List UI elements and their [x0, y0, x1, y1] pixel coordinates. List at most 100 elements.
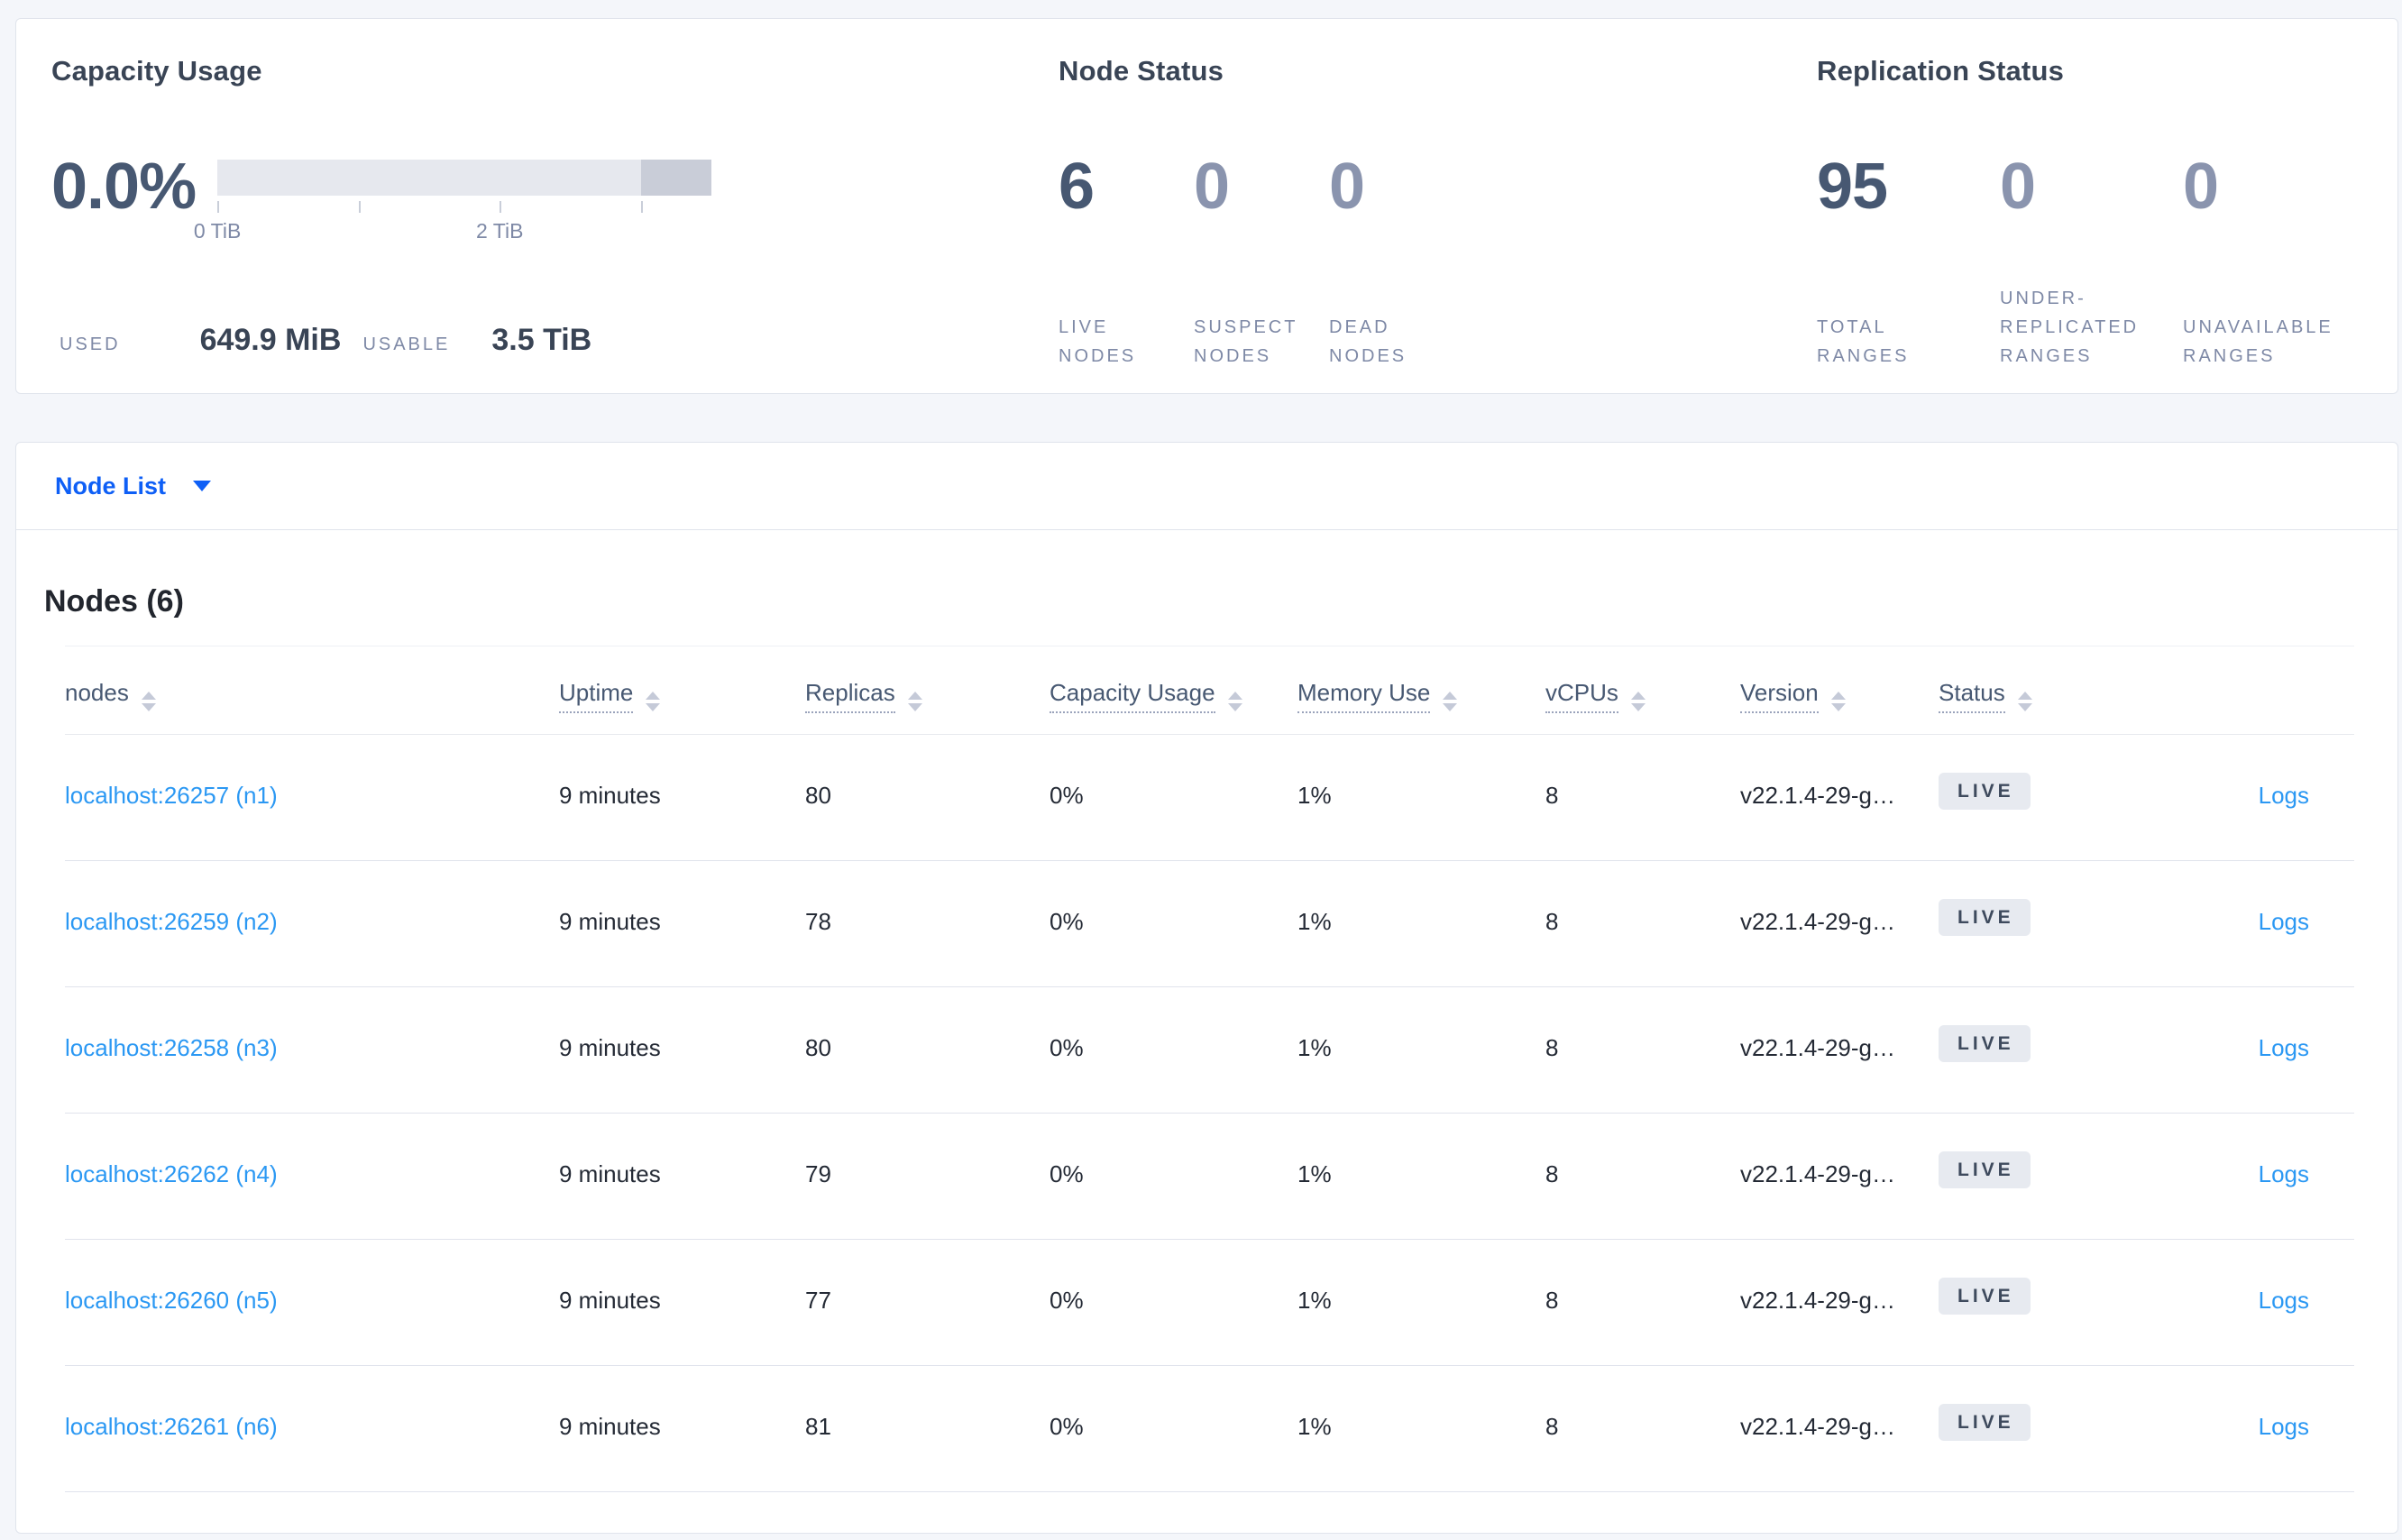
replication-status-section: Replication Status 95 TOTAL RANGES 0 UND… — [1817, 19, 2394, 393]
column-header-memory-use[interactable]: Memory Use — [1297, 679, 1545, 713]
uptime-cell: 9 minutes — [559, 1287, 661, 1314]
capacity-axis-label: 2 TiB — [476, 219, 524, 243]
column-header-version[interactable]: Version — [1740, 679, 1939, 713]
capacity-bar-reserved-segment — [640, 160, 712, 196]
node-list-card: Node List Nodes (6) nodes Uptime Replica… — [15, 442, 2398, 1534]
logs-link[interactable]: Logs — [2259, 782, 2309, 809]
logs-link[interactable]: Logs — [2259, 1287, 2309, 1314]
uptime-cell: 9 minutes — [559, 1160, 661, 1187]
capacity-axis-tick — [500, 201, 502, 213]
replicas-cell: 80 — [805, 782, 831, 809]
sort-icon — [907, 692, 922, 711]
sort-icon — [1227, 692, 1242, 711]
vcpus-cell: 8 — [1545, 782, 1559, 809]
node-status-title: Node Status — [1059, 55, 1224, 87]
node-address-link[interactable]: localhost:26262 (n4) — [65, 1160, 278, 1187]
memory-use-cell: 1% — [1297, 1034, 1332, 1061]
cluster-summary-card: Capacity Usage 0.0% 0 TiB 2 TiB USED 649.… — [15, 18, 2398, 394]
column-header-status[interactable]: Status — [1939, 679, 2173, 713]
stat-value: 95 — [1817, 151, 1888, 223]
capacity-bar-axis: 0 TiB 2 TiB — [194, 196, 711, 253]
summary-stat: 0 DEAD NODES — [1329, 154, 1464, 371]
logs-link[interactable]: Logs — [2259, 1413, 2309, 1440]
memory-use-cell: 1% — [1297, 1287, 1332, 1314]
status-badge: LIVE — [1939, 1151, 2031, 1188]
memory-use-cell: 1% — [1297, 1160, 1332, 1187]
node-list-dropdown[interactable]: Node List — [55, 472, 212, 500]
stat-label: SUSPECT NODES — [1194, 317, 1298, 366]
stat-label: LIVE NODES — [1059, 317, 1137, 366]
node-address-link[interactable]: localhost:26260 (n5) — [65, 1287, 278, 1314]
capacity-axis-tick — [358, 201, 361, 213]
table-row: localhost:26262 (n4) 9 minutes 79 0% 1% … — [65, 1114, 2354, 1240]
capacity-usage-section: Capacity Usage 0.0% 0 TiB 2 TiB USED 649.… — [51, 19, 998, 393]
stat-value: 0 — [1194, 151, 1230, 223]
vcpus-cell: 8 — [1545, 908, 1559, 935]
summary-stat: 6 LIVE NODES — [1059, 154, 1194, 371]
vcpus-cell: 8 — [1545, 1160, 1559, 1187]
status-badge: LIVE — [1939, 1025, 2031, 1062]
column-header-nodes[interactable]: nodes — [65, 679, 559, 711]
stat-value: 6 — [1059, 151, 1095, 223]
used-label: USED — [60, 335, 121, 354]
replication-status-stats: 95 TOTAL RANGES 0 UNDER-REPLICATED RANGE… — [1817, 154, 2366, 371]
usable-value: 3.5 TiB — [491, 323, 592, 357]
table-row: localhost:26260 (n5) 9 minutes 77 0% 1% … — [65, 1240, 2354, 1366]
column-header-replicas[interactable]: Replicas — [805, 679, 1050, 713]
capacity-bar-chart: 0 TiB 2 TiB — [194, 160, 712, 253]
status-badge: LIVE — [1939, 899, 2031, 936]
summary-stat: 0 UNAVAILABLE RANGES — [2183, 154, 2366, 371]
replication-status-title: Replication Status — [1817, 55, 2065, 87]
version-cell: v22.1.4-29-g… — [1740, 1413, 1895, 1440]
logs-link[interactable]: Logs — [2259, 1160, 2309, 1187]
node-status-stats: 6 LIVE NODES 0 SUSPECT NODES 0 DEAD NODE… — [1059, 154, 1464, 371]
table-row: localhost:26259 (n2) 9 minutes 78 0% 1% … — [65, 861, 2354, 987]
capacity-axis-tick — [640, 201, 643, 213]
uptime-cell: 9 minutes — [559, 1413, 661, 1440]
column-header-capacity-usage[interactable]: Capacity Usage — [1050, 679, 1297, 713]
capacity-bar — [217, 160, 712, 196]
sort-icon — [646, 692, 661, 711]
capacity-usage-title: Capacity Usage — [51, 55, 262, 87]
stat-value: 0 — [2183, 151, 2219, 223]
version-cell: v22.1.4-29-g… — [1740, 1287, 1895, 1314]
version-cell: v22.1.4-29-g… — [1740, 782, 1895, 809]
capacity-used-percent: 0.0% — [51, 151, 197, 223]
chevron-down-icon — [193, 481, 212, 491]
capacity-axis-label: 0 TiB — [193, 219, 242, 243]
nodes-table-header: nodes Uptime Replicas Capacity Usage Mem… — [65, 646, 2354, 735]
stat-label: TOTAL RANGES — [1817, 317, 1910, 366]
node-address-link[interactable]: localhost:26257 (n1) — [65, 782, 278, 809]
sort-icon — [1443, 692, 1458, 711]
stat-value: 0 — [1329, 151, 1365, 223]
node-address-link[interactable]: localhost:26258 (n3) — [65, 1034, 278, 1061]
capacity-usage-cell: 0% — [1050, 908, 1084, 935]
capacity-usage-cell: 0% — [1050, 1160, 1084, 1187]
version-cell: v22.1.4-29-g… — [1740, 1160, 1895, 1187]
vcpus-cell: 8 — [1545, 1413, 1559, 1440]
stat-label: UNDER-REPLICATED RANGES — [2000, 289, 2140, 366]
node-address-link[interactable]: localhost:26259 (n2) — [65, 908, 278, 935]
sort-icon — [1630, 692, 1646, 711]
logs-link[interactable]: Logs — [2259, 1034, 2309, 1061]
capacity-summary: USED 649.9 MiB USABLE 3.5 TiB — [60, 323, 591, 359]
summary-stat: 0 UNDER-REPLICATED RANGES — [2000, 154, 2183, 371]
uptime-cell: 9 minutes — [559, 782, 661, 809]
stat-label: DEAD NODES — [1329, 317, 1407, 366]
memory-use-cell: 1% — [1297, 908, 1332, 935]
nodes-heading: Nodes (6) — [44, 584, 184, 619]
node-list-dropdown-label: Node List — [55, 472, 167, 500]
column-header-vcpus[interactable]: vCPUs — [1545, 679, 1740, 713]
stat-value: 0 — [2000, 151, 2036, 223]
replicas-cell: 77 — [805, 1287, 831, 1314]
replicas-cell: 80 — [805, 1034, 831, 1061]
nodes-table: nodes Uptime Replicas Capacity Usage Mem… — [65, 646, 2354, 1492]
capacity-axis-tick — [217, 201, 220, 213]
capacity-usage-cell: 0% — [1050, 1034, 1084, 1061]
version-cell: v22.1.4-29-g… — [1740, 1034, 1895, 1061]
logs-link[interactable]: Logs — [2259, 908, 2309, 935]
vcpus-cell: 8 — [1545, 1287, 1559, 1314]
node-address-link[interactable]: localhost:26261 (n6) — [65, 1413, 278, 1440]
table-row: localhost:26258 (n3) 9 minutes 80 0% 1% … — [65, 987, 2354, 1114]
column-header-uptime[interactable]: Uptime — [559, 679, 805, 713]
